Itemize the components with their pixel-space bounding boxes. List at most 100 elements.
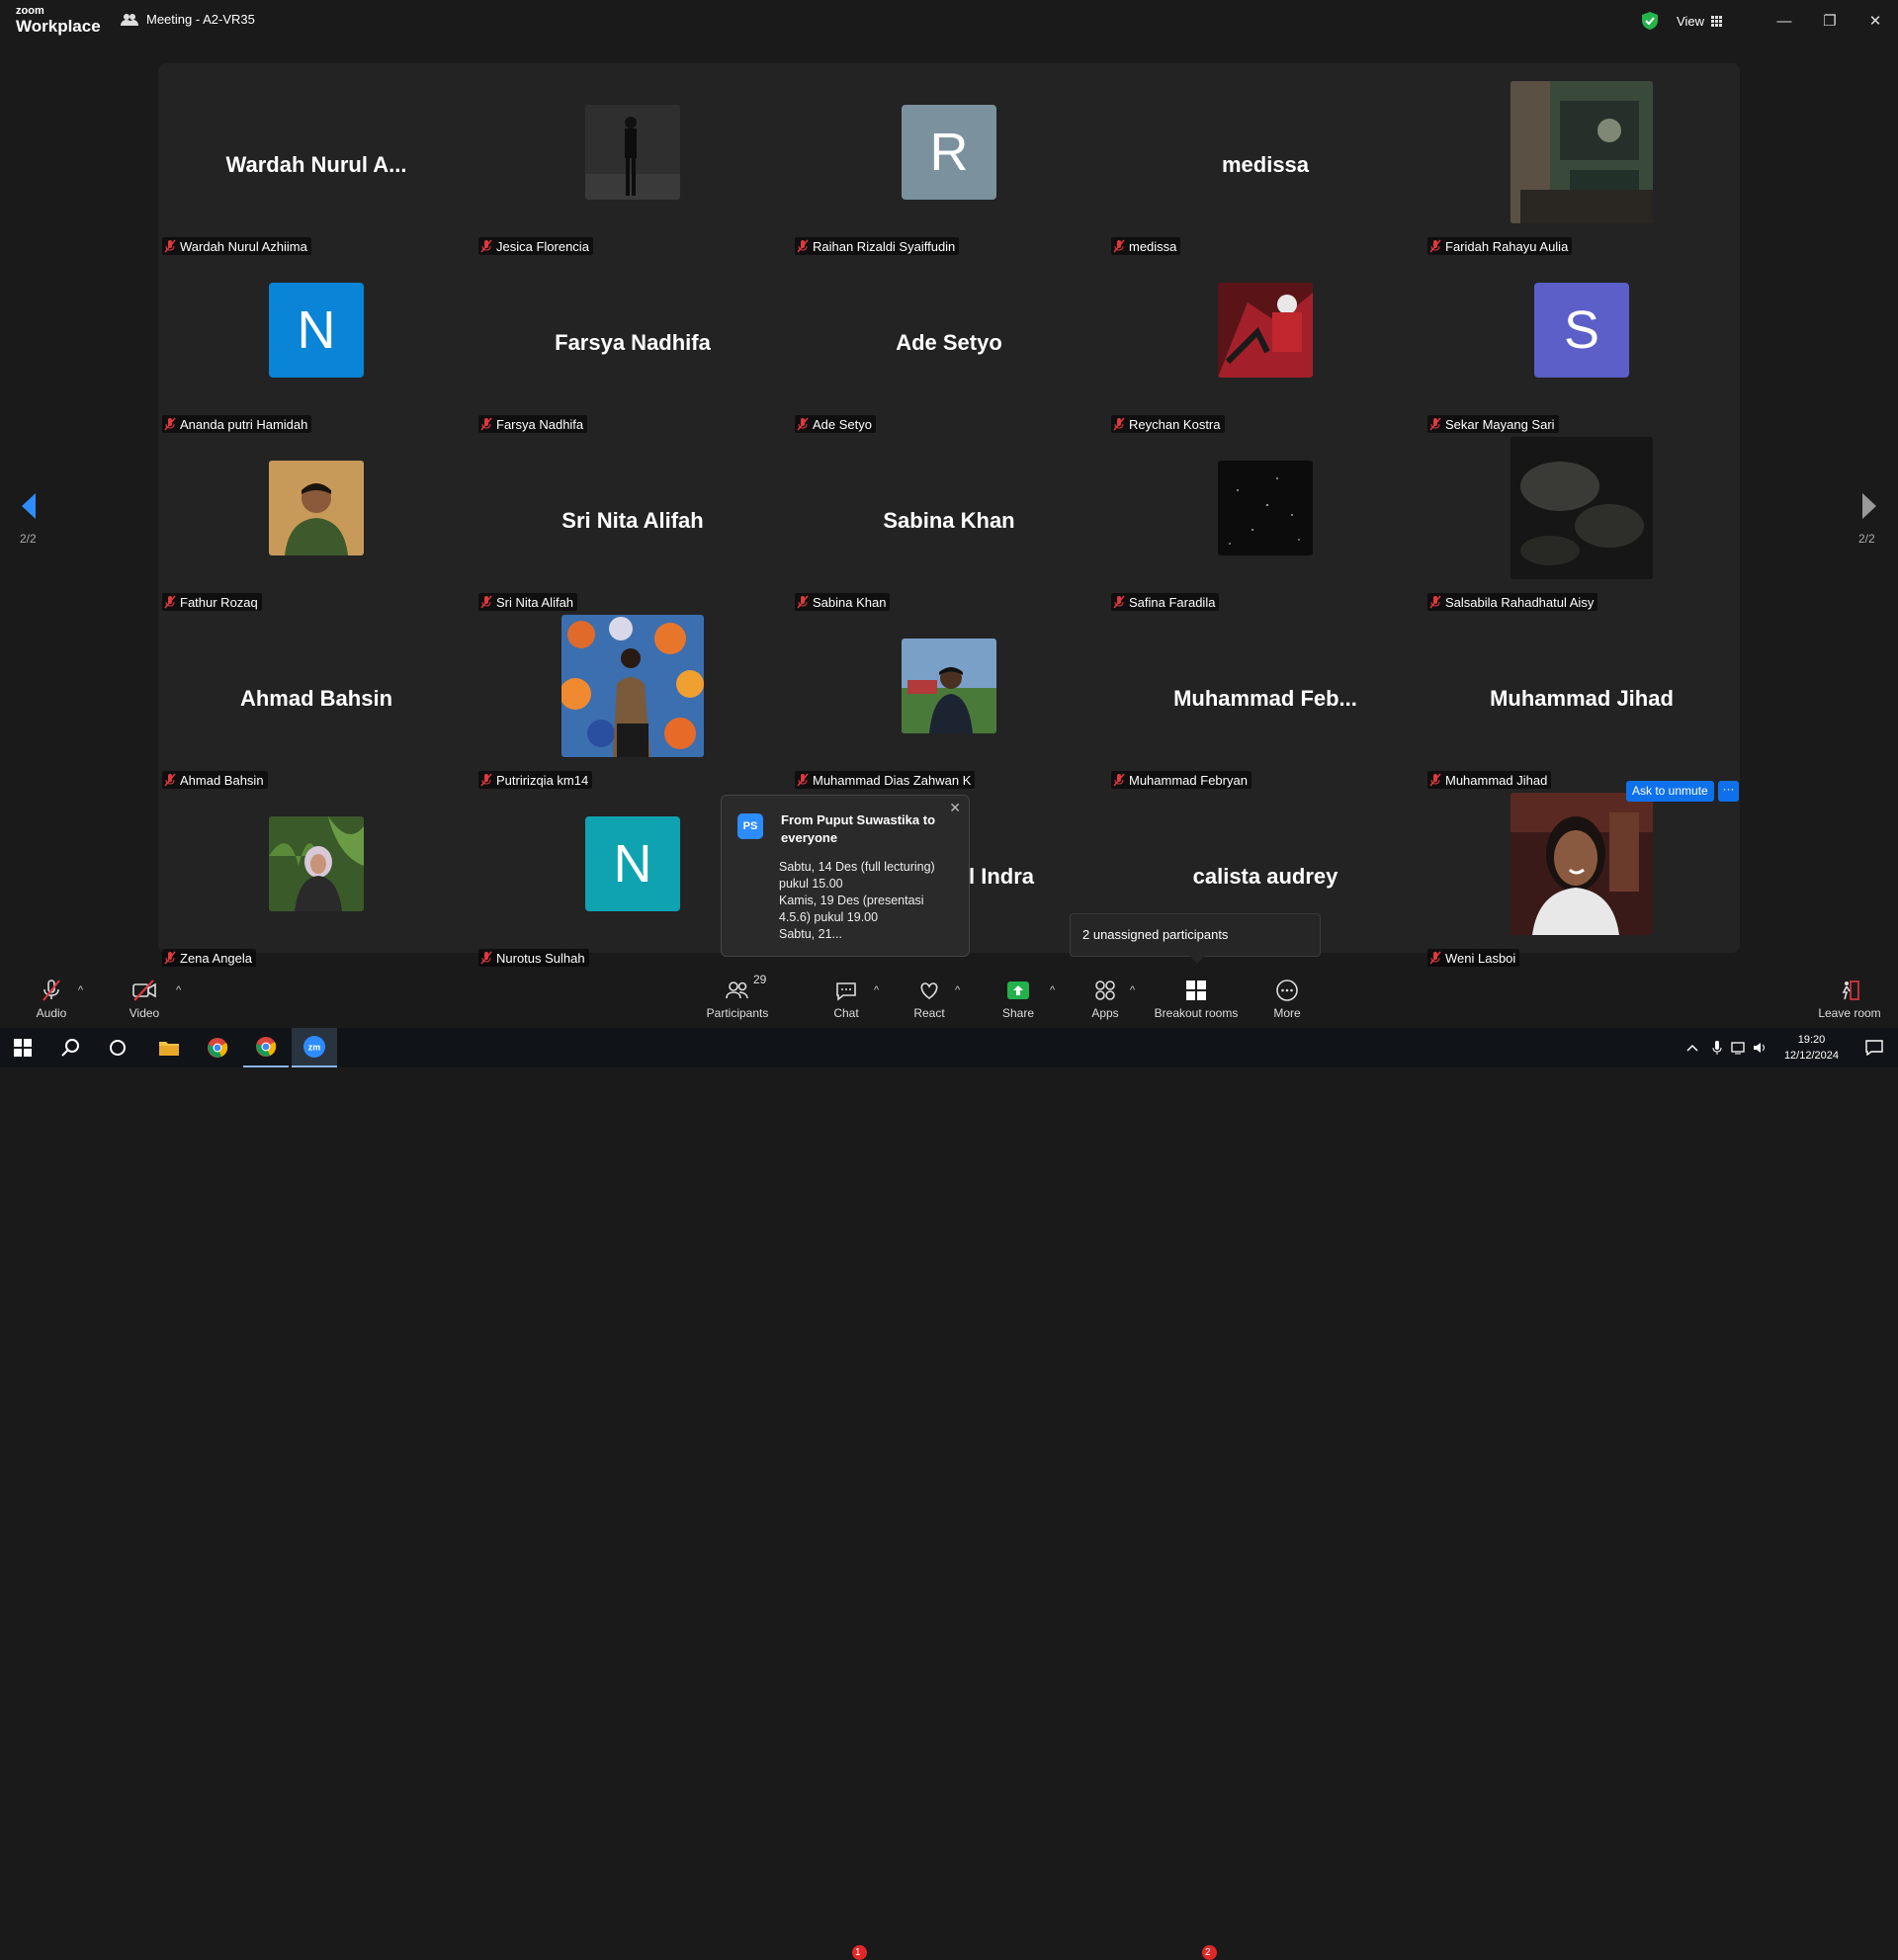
participant-tile[interactable]: Wardah Nurul A... Wardah Nurul Azhiima [158,81,474,259]
mic-muted-icon [797,595,809,609]
participant-tile[interactable]: Muhammad Dias Zahwan K [791,615,1107,793]
audio-button[interactable]: Audio [30,979,73,1020]
meeting-info[interactable]: Meeting - A2-VR35 [121,12,255,27]
notifications-icon[interactable] [1855,1028,1894,1067]
participant-photo [561,615,704,757]
participant-tile[interactable]: Putririzqia km14 [474,615,791,793]
apps-button[interactable]: Apps [1085,979,1125,1020]
participant-tile[interactable]: N Ananda putri Hamidah [158,259,474,437]
participant-tile[interactable]: Safina Faradila [1107,437,1424,615]
participant-name-display: Sri Nita Alifah [561,508,704,533]
mic-muted-icon [1113,417,1125,431]
mic-muted-icon [797,239,809,253]
participant-avatar: N [585,816,680,911]
mic-muted-icon [164,595,176,609]
svg-text:zm: zm [308,1043,321,1053]
more-button[interactable]: More [1267,979,1307,1020]
mic-muted-icon [797,417,809,431]
participant-tile[interactable]: Reychan Kostra [1107,259,1424,437]
participant-name-display: l Indra [969,864,1035,889]
minimize-button[interactable]: — [1762,0,1807,42]
view-button[interactable]: View [1677,14,1722,29]
participant-name-display: Muhammad Feb... [1173,686,1357,711]
mic-muted-icon [480,951,492,965]
participant-tile[interactable]: Muhammad Jihad Muhammad Jihad [1424,615,1740,793]
participant-tile[interactable]: Salsabila Rahadhatul Aisy [1424,437,1740,615]
microphone-tray-icon[interactable] [1706,1028,1728,1067]
share-button[interactable]: Share [998,979,1038,1020]
participant-tile[interactable]: Faridah Rahayu Aulia [1424,81,1740,259]
chat-options-caret[interactable]: ^ [874,984,879,996]
participant-tile[interactable]: R Raihan Rizaldi Syaiffudin [791,81,1107,259]
audio-options-caret[interactable]: ^ [78,984,83,996]
leave-room-button[interactable]: Leave room [1813,979,1886,1020]
participant-tile[interactable]: S Sekar Mayang Sari [1424,259,1740,437]
network-icon[interactable] [1728,1028,1750,1067]
participant-count: 29 [753,973,767,986]
participant-tile[interactable]: Weni Lasboi [1424,793,1740,971]
participant-tile[interactable]: Fathur Rozaq [158,437,474,615]
system-clock[interactable]: 19:20 12/12/2024 [1784,1032,1839,1064]
chat-message-body: Sabtu, 14 Des (full lecturing) pukul 15.… [779,860,935,941]
participant-name-display: Farsya Nadhifa [555,330,711,355]
participant-tile[interactable]: Zena Angela [158,793,474,971]
participant-label: Putririzqia km14 [478,771,593,789]
ask-to-unmute-button[interactable]: Ask to unmute [1626,781,1714,802]
windows-start-icon[interactable] [0,1028,45,1067]
participant-photo [1510,793,1653,935]
participant-label: Nurotus Sulhah [478,949,589,967]
participant-label: Sekar Mayang Sari [1427,415,1559,433]
participant-tile[interactable]: Sri Nita Alifah Sri Nita Alifah [474,437,791,615]
shield-icon[interactable] [1641,11,1659,31]
participant-tile[interactable]: Ade Setyo Ade Setyo [791,259,1107,437]
file-explorer-icon[interactable] [146,1028,192,1067]
next-page-arrow-icon[interactable] [1860,491,1880,521]
more-icon [1276,980,1298,1001]
chevron-up-icon[interactable] [1681,1028,1704,1067]
search-icon[interactable] [47,1028,93,1067]
restore-button[interactable]: ❐ [1807,0,1853,42]
previous-page-arrow-icon[interactable] [18,491,38,521]
breakout-rooms-button[interactable]: Breakout rooms [1147,979,1246,1020]
chat-notification-popup[interactable]: PS From Puput Suwastika to everyone ✕ Sa… [721,795,970,957]
react-button[interactable]: React [909,979,949,1020]
participant-label: Safina Faradila [1111,593,1220,611]
participant-tile[interactable]: Ahmad Bahsin Ahmad Bahsin [158,615,474,793]
meeting-toolbar: Audio ^ Video ^ Participants 29 Chat 1 ^… [0,969,1898,1960]
video-button[interactable]: Video [123,979,166,1020]
close-icon[interactable]: ✕ [949,800,961,816]
zoom-taskbar-icon[interactable]: zm [292,1028,337,1067]
participant-tile[interactable]: medissa medissa [1107,81,1424,259]
zoom-logo: zoom Workplace [16,5,101,36]
chrome-icon[interactable] [195,1028,240,1067]
apps-options-caret[interactable]: ^ [1130,984,1135,996]
meeting-title: Meeting - A2-VR35 [146,12,255,27]
mic-muted-icon [1429,239,1441,253]
close-window-button[interactable]: ✕ [1853,0,1898,42]
react-options-caret[interactable]: ^ [955,984,960,996]
task-view-icon[interactable] [95,1028,140,1067]
chrome-profile-icon[interactable] [243,1028,289,1067]
leave-icon [1842,980,1859,1000]
participant-tile[interactable]: Muhammad Feb... Muhammad Febryan [1107,615,1424,793]
participant-label: Muhammad Febryan [1111,771,1251,789]
mic-muted-icon [164,239,176,253]
participant-label: Raihan Rizaldi Syaiffudin [795,237,960,255]
chat-button[interactable]: Chat [826,979,866,1020]
chat-unread-badge: 1 [852,1945,867,1960]
participant-tile[interactable]: Farsya Nadhifa Farsya Nadhifa [474,259,791,437]
video-options-caret[interactable]: ^ [176,984,181,996]
page-indicator-left: 2/2 [20,532,37,546]
share-options-caret[interactable]: ^ [1050,984,1055,996]
tile-more-options-button[interactable]: ··· [1718,781,1739,802]
participant-label: Fathur Rozaq [162,593,262,611]
participant-tile[interactable]: Jesica Florencia [474,81,791,259]
volume-icon[interactable] [1750,1028,1771,1067]
participant-label: medissa [1111,237,1181,255]
participant-label: Faridah Rahayu Aulia [1427,237,1573,255]
participant-tile[interactable]: Sabina Khan Sabina Khan [791,437,1107,615]
participant-label: Ananda putri Hamidah [162,415,312,433]
participant-label: Jesica Florencia [478,237,593,255]
mic-muted-icon [480,417,492,431]
participant-avatar: R [902,105,996,200]
